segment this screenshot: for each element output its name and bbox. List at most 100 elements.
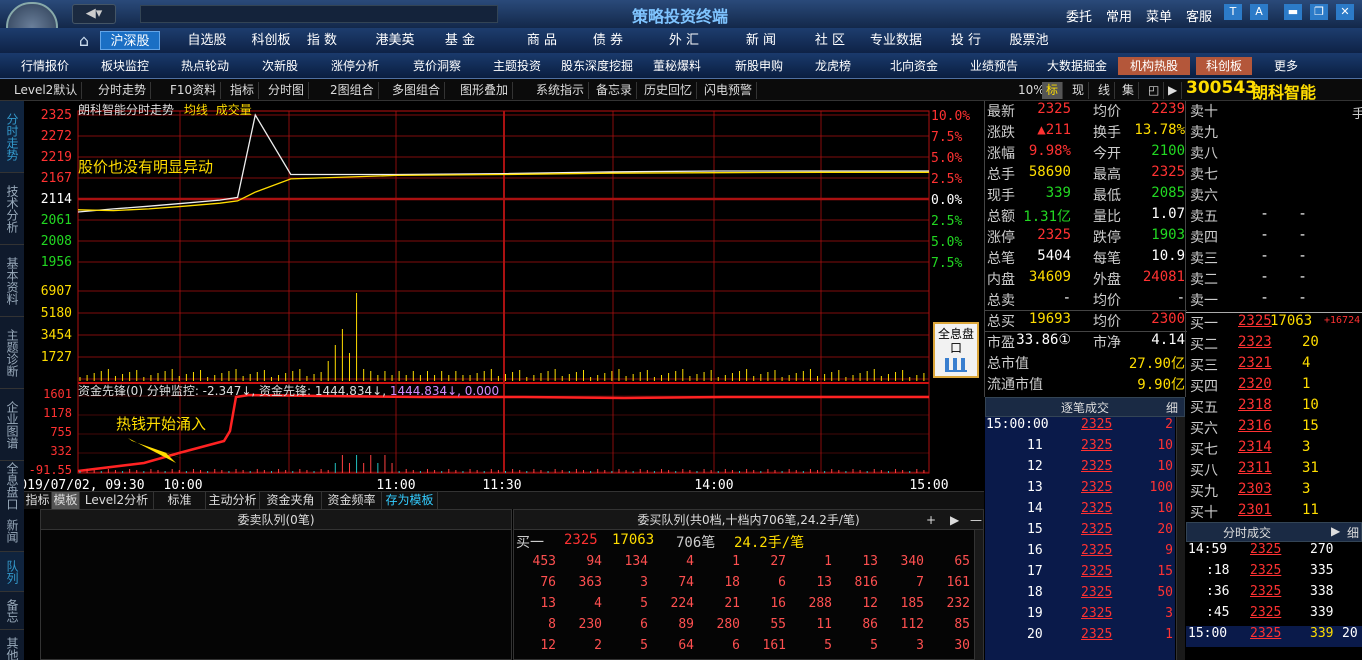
func-item-5[interactable]: 竞价洞察 [404, 57, 470, 75]
bid-row-9[interactable]: 买十 2301 11 [1186, 502, 1360, 523]
func-item-0[interactable]: 行情报价 [12, 57, 78, 75]
bid-row-6[interactable]: 买七 2314 3 [1186, 439, 1360, 460]
bottom-tab-1[interactable]: 模板 [52, 492, 80, 510]
nav-tab-4[interactable]: 港美英 [368, 31, 422, 50]
ask-row-1[interactable]: 卖九 [1186, 122, 1360, 143]
bottom-tab-7[interactable]: 存为模板 [382, 492, 438, 510]
bottom-tab-3[interactable]: 标准 [154, 492, 206, 510]
func-item-12[interactable]: 业绩预告 [962, 57, 1026, 75]
nav-tab-9[interactable]: 新 闻 [728, 31, 794, 50]
nav-tab-0[interactable]: 沪深股 [100, 31, 160, 50]
func-item-7[interactable]: 股东深度挖掘 [556, 57, 638, 75]
nav-tab-11[interactable]: 专业数据 [864, 31, 928, 50]
side-tab-6[interactable]: 新闻 [0, 510, 24, 552]
back-button[interactable]: ◀▾ [72, 4, 116, 24]
func-item-3[interactable]: 次新股 [252, 57, 308, 75]
menu-common[interactable]: 常用 [1106, 6, 1132, 25]
func-item-6[interactable]: 主题投资 [484, 57, 550, 75]
nav-tab-8[interactable]: 外 汇 [650, 31, 718, 50]
view-mode-4[interactable]: 集 [1118, 82, 1140, 99]
toolbar-item-3[interactable]: 指标 [226, 82, 260, 99]
bid-row-1[interactable]: 买二 2323 20 [1186, 334, 1360, 355]
bid-row-4[interactable]: 买五 2318 10 [1186, 397, 1360, 418]
toolbar-item-11[interactable]: 闪电预警 [700, 82, 758, 99]
func-item-1[interactable]: 板块监控 [92, 57, 158, 75]
next-stock-icon[interactable]: ▶ [1164, 82, 1183, 99]
bid-row-5[interactable]: 买六 2316 15 [1186, 418, 1360, 439]
func-item-13[interactable]: 大数据掘金 [1040, 57, 1114, 75]
func-item-9[interactable]: 新股申购 [722, 57, 796, 75]
ask-row-2[interactable]: 卖八 [1186, 143, 1360, 164]
ask-row-5[interactable]: 卖五 - - [1186, 206, 1360, 227]
toolbar-item-2[interactable]: F10资料 [166, 82, 222, 99]
func-item-4[interactable]: 涨停分析 [322, 57, 388, 75]
buy-queue-scrollbar[interactable] [974, 530, 983, 660]
a-icon-button[interactable]: A [1250, 4, 1268, 20]
side-tab-9[interactable]: 其他 [0, 630, 24, 660]
nav-tab-6[interactable]: 商 品 [510, 31, 574, 50]
ask-row-3[interactable]: 卖七 [1186, 164, 1360, 185]
side-tab-1[interactable]: 技术分析 [0, 173, 24, 245]
toolbar-item-0[interactable]: Level2默认 [10, 82, 83, 99]
func-item-14[interactable]: 机构热股 [1118, 57, 1190, 75]
ask-row-0[interactable]: 卖十 [1186, 101, 1360, 122]
search-input[interactable] [140, 5, 498, 23]
side-tab-4[interactable]: 企业图谱 [0, 389, 24, 461]
func-item-8[interactable]: 董秘爆料 [644, 57, 710, 75]
side-tab-7[interactable]: 队列 [0, 552, 24, 592]
side-tab-5[interactable]: 全息盘口 [0, 461, 24, 511]
menu-main[interactable]: 菜单 [1146, 6, 1172, 25]
bottom-tab-0[interactable]: 指标 [24, 492, 52, 510]
bid-row-7[interactable]: 买八 2311 31 [1186, 460, 1360, 481]
nav-tab-13[interactable]: 股票池 [1000, 31, 1058, 50]
minimize-icon[interactable]: ▬ [1284, 4, 1302, 20]
nav-tab-1[interactable]: 自选股 [176, 31, 238, 50]
bid-row-3[interactable]: 买四 2320 1 [1186, 376, 1360, 397]
side-tab-3[interactable]: 主题诊断 [0, 317, 24, 389]
toolbar-item-6[interactable]: 多图组合 [388, 82, 446, 99]
toolbar-item-4[interactable]: 分时图 [264, 82, 310, 99]
ticks-scrollbar[interactable] [1176, 417, 1185, 660]
toolbar-item-5[interactable]: 2图组合 [326, 82, 379, 99]
bid-row-8[interactable]: 买九 2303 3 [1186, 481, 1360, 502]
ask-row-8[interactable]: 卖二 - - [1186, 269, 1360, 290]
nav-tab-3[interactable]: 指 数 [298, 31, 346, 50]
bottom-tab-6[interactable]: 资金频率 [322, 492, 382, 510]
toolbar-item-8[interactable]: 系统指示 [532, 82, 590, 99]
min-arrow-icon[interactable]: ▶ [1331, 524, 1340, 538]
func-item-2[interactable]: 热点轮动 [172, 57, 238, 75]
toolbar-item-7[interactable]: 图形叠加 [456, 82, 514, 99]
menu-service[interactable]: 客服 [1186, 6, 1212, 25]
view-mode-2[interactable]: 现 [1068, 82, 1090, 99]
nav-tab-7[interactable]: 债 券 [578, 31, 638, 50]
bid-row-0[interactable]: 买一 2325 17063 +16724 [1186, 313, 1360, 334]
prev-icon[interactable]: ◰ [1144, 82, 1165, 99]
ask-row-4[interactable]: 卖六 [1186, 185, 1360, 206]
bottom-tab-2[interactable]: Level2分析 [80, 492, 154, 510]
toolbar-item-10[interactable]: 历史回忆 [640, 82, 698, 99]
t-icon-button[interactable]: T [1224, 4, 1242, 20]
maximize-icon[interactable]: ❐ [1310, 4, 1328, 20]
func-item-11[interactable]: 北向资金 [882, 57, 946, 75]
bottom-tab-5[interactable]: 资金夹角 [260, 492, 322, 510]
nav-tab-2[interactable]: 科创板 [246, 31, 296, 50]
home-icon[interactable]: ⌂ [72, 31, 96, 50]
toolbar-item-1[interactable]: 分时走势 [94, 82, 152, 99]
ticks-detail-button[interactable]: 细 [1166, 399, 1178, 416]
ask-row-6[interactable]: 卖四 - - [1186, 227, 1360, 248]
quanxi-button[interactable]: 全息盘口 [933, 322, 979, 378]
ask-row-9[interactable]: 卖一 - - [1186, 290, 1360, 311]
func-item-10[interactable]: 龙虎榜 [808, 57, 858, 75]
close-icon[interactable]: ✕ [1336, 4, 1354, 20]
nav-tab-10[interactable]: 社 区 [806, 31, 854, 50]
ask-row-7[interactable]: 卖三 - - [1186, 248, 1360, 269]
toolbar-item-9[interactable]: 备忘录 [592, 82, 638, 99]
view-mode-1[interactable]: 标 [1042, 82, 1064, 99]
min-detail-button[interactable]: 细 [1347, 524, 1359, 541]
nav-tab-12[interactable]: 投 行 [940, 31, 992, 50]
side-tab-0[interactable]: 分时走势 [0, 101, 24, 173]
view-mode-3[interactable]: 线 [1094, 82, 1116, 99]
add-icon[interactable]: + [926, 510, 936, 530]
collapse-icon[interactable]: — [970, 510, 982, 530]
menu-trust[interactable]: 委托 [1066, 6, 1092, 25]
